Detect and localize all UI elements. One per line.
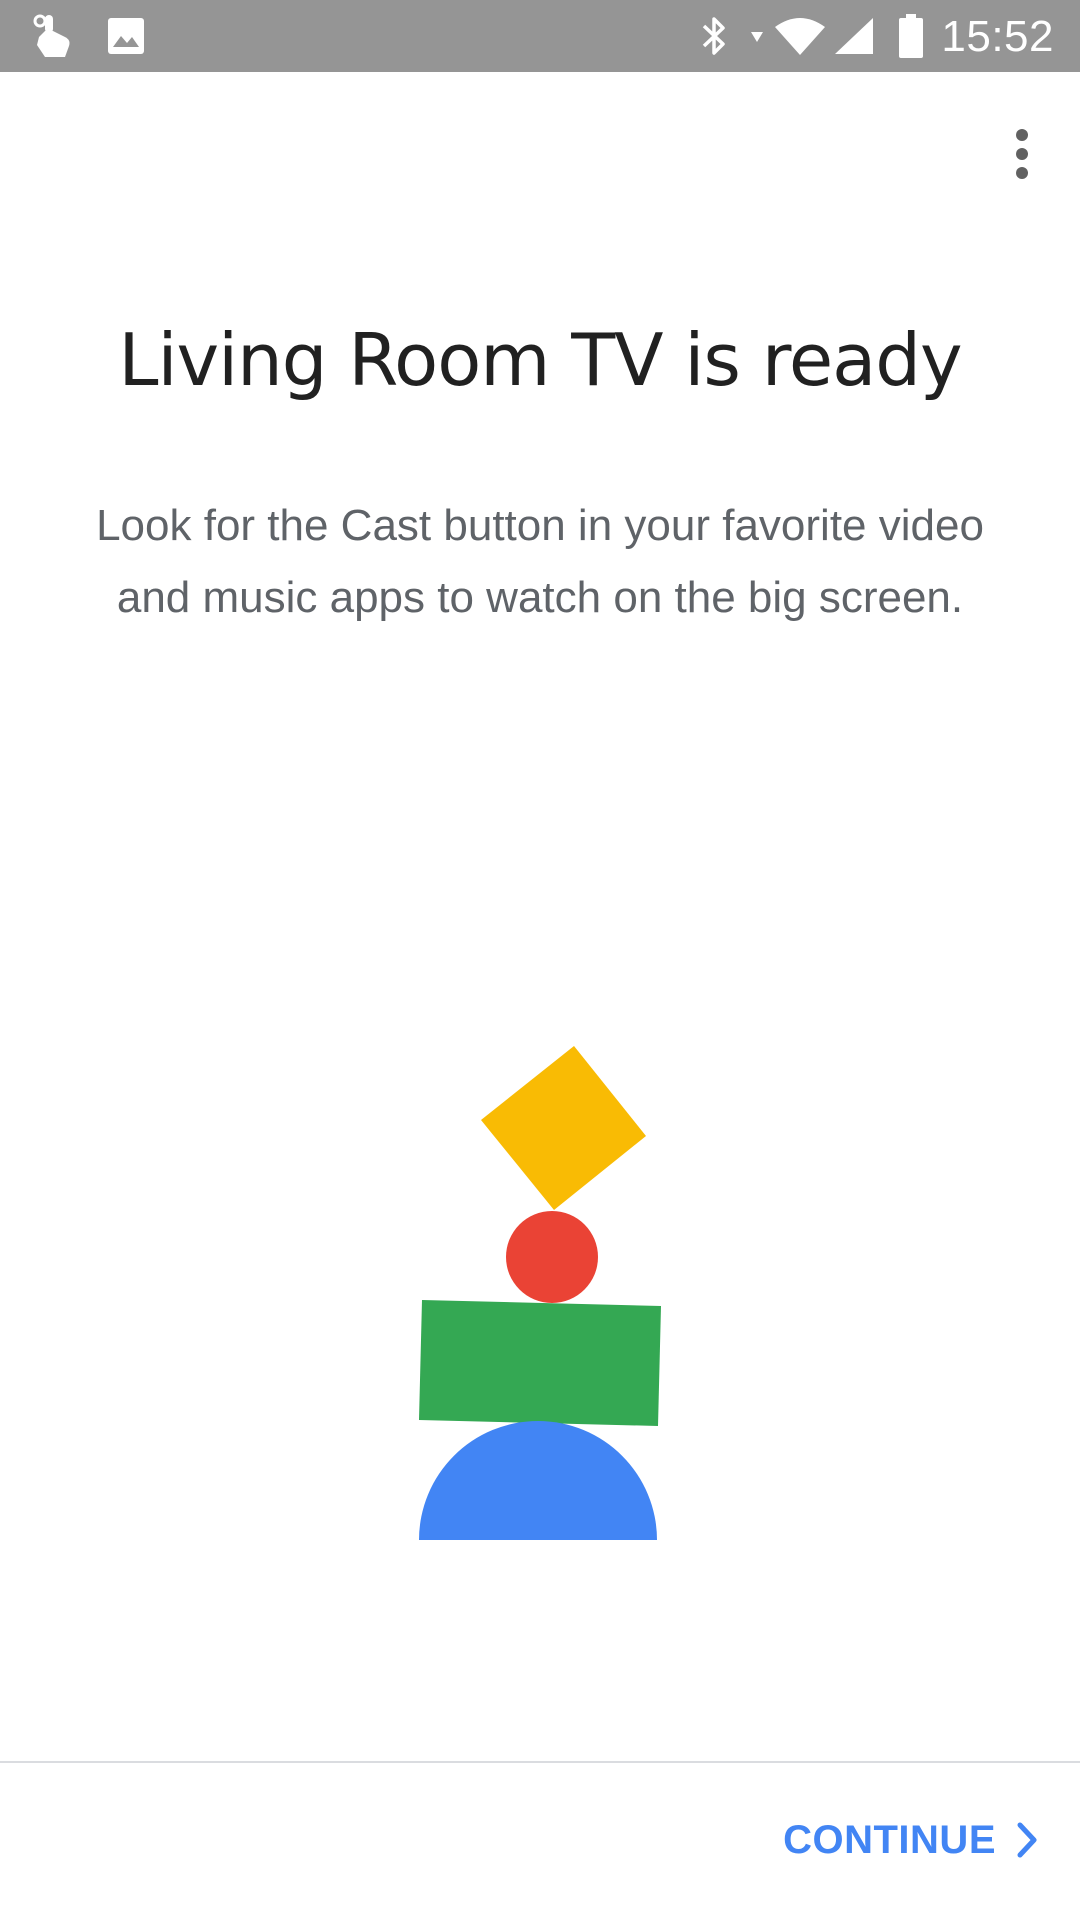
battery-icon — [896, 0, 926, 72]
red-circle-shape — [506, 1211, 598, 1303]
blue-semicircle-shape — [419, 1421, 657, 1540]
cell-signal-icon — [832, 0, 876, 72]
wifi-icon — [774, 0, 826, 72]
status-bar: 15:52 — [0, 0, 1080, 72]
yellow-square-shape — [481, 1046, 646, 1210]
status-time: 15:52 — [941, 12, 1054, 61]
chevron-right-icon — [1016, 1822, 1038, 1858]
stacked-shapes-illustration — [419, 1046, 661, 1540]
footer-divider — [0, 1761, 1080, 1763]
more-options-button[interactable] — [986, 120, 1058, 192]
more-vert-icon — [1014, 128, 1030, 184]
page-description: Look for the Cast button in your favorit… — [96, 501, 984, 622]
continue-button[interactable]: CONTINUE — [783, 1800, 1038, 1880]
image-icon — [104, 0, 148, 72]
touch-gesture-icon — [28, 0, 76, 72]
bluetooth-icon — [696, 0, 732, 72]
green-rectangle-shape — [419, 1300, 661, 1426]
wifi-arrow-icon — [748, 0, 766, 72]
continue-label: CONTINUE — [783, 1817, 996, 1862]
page-title: Living Room TV is ready — [118, 318, 962, 402]
